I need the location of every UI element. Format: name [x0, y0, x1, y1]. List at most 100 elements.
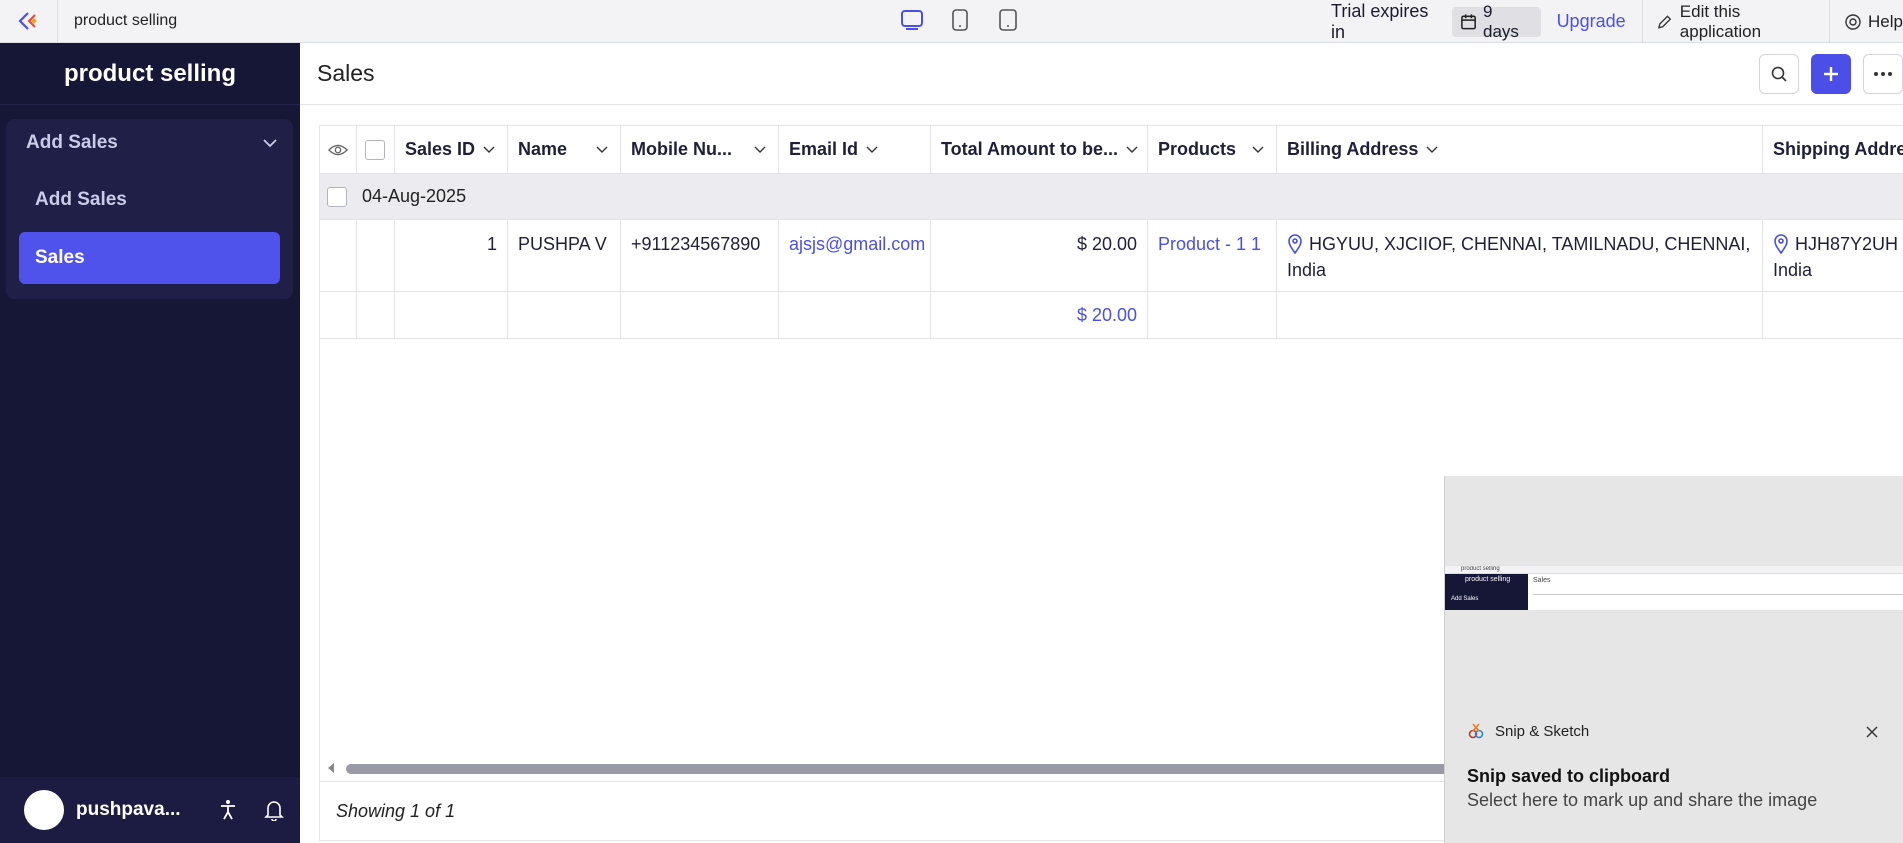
edit-application-button[interactable]: Edit this application	[1657, 2, 1820, 42]
thumbnail-page-title: Sales	[1533, 577, 1551, 584]
row-spacer	[621, 292, 779, 338]
column-header[interactable]: Products	[1148, 126, 1277, 173]
thumbnail-sidebar: product selling Add Sales	[1445, 574, 1528, 610]
thumbnail-table-line	[1533, 594, 1903, 595]
scroll-left-icon[interactable]	[326, 761, 336, 775]
row-spacer	[1763, 292, 1903, 338]
location-pin-icon	[1774, 234, 1788, 254]
help-button[interactable]: Help	[1844, 12, 1903, 32]
desktop-view-icon[interactable]	[900, 7, 924, 33]
calendar-icon	[1461, 13, 1476, 29]
chevron-down-icon	[483, 146, 495, 153]
back-logo-icon[interactable]	[0, 0, 58, 43]
header-actions	[1759, 54, 1903, 94]
search-button[interactable]	[1759, 54, 1799, 94]
column-header[interactable]: Shipping Address	[1763, 126, 1903, 173]
location-pin-icon	[1288, 234, 1302, 254]
avatar[interactable]	[24, 790, 64, 830]
trial-days-badge: 9 days	[1451, 2, 1541, 41]
mobile-view-icon[interactable]	[996, 7, 1020, 33]
sidebar-group-toggle[interactable]: Add Sales	[6, 119, 293, 167]
snip-sketch-icon	[1468, 723, 1484, 739]
sidebar-item-add-sales[interactable]: Add Sales	[19, 174, 280, 226]
product-link[interactable]: Product - 1 1	[1158, 231, 1261, 257]
column-label: Products	[1158, 139, 1237, 159]
more-options-button[interactable]	[1863, 54, 1903, 94]
row-spacer	[395, 292, 508, 338]
chevron-down-icon	[1426, 146, 1438, 153]
group-date-label: 04-Aug-2025	[362, 186, 467, 206]
screenshot-thumbnail[interactable]: product selling product selling Add Sale…	[1445, 566, 1903, 610]
pencil-icon	[1657, 14, 1671, 29]
toast-body: Select here to mark up and share the ima…	[1467, 790, 1818, 810]
chevron-down-icon	[866, 146, 878, 153]
page-title: Sales	[317, 60, 375, 86]
help-icon	[1845, 13, 1861, 30]
row-spacer	[1277, 292, 1763, 338]
close-icon[interactable]	[1863, 723, 1881, 741]
row-spacer	[508, 292, 621, 338]
column-label: Email Id	[789, 139, 859, 159]
sidebar-item-sales[interactable]: Sales	[19, 232, 280, 284]
products-cell: Product - 1 1	[1148, 220, 1277, 291]
total-cell: $ 20.00	[931, 220, 1148, 291]
chevron-down-icon	[596, 146, 608, 153]
column-label: Sales ID	[405, 139, 476, 159]
select-all-cell	[357, 126, 395, 173]
grand-total-cell: $ 20.00	[931, 292, 1148, 338]
sidebar: product selling Add Sales Add Sales Sale…	[0, 43, 300, 843]
mobile-cell: +911234567890	[621, 220, 779, 291]
divider	[1829, 0, 1831, 43]
column-header[interactable]: Sales ID	[395, 126, 508, 173]
column-header[interactable]: Name	[508, 126, 621, 173]
row-spacer	[779, 292, 931, 338]
thumbnail-topbar: product selling	[1445, 566, 1903, 574]
snip-notification[interactable]: product selling product selling Add Sale…	[1444, 476, 1903, 843]
column-header[interactable]: Billing Address	[1277, 126, 1763, 173]
user-name[interactable]: pushpava...	[76, 799, 186, 821]
email-link[interactable]: ajsjs@gmail.com	[789, 231, 925, 257]
edit-application-label: Edit this application	[1679, 1, 1762, 41]
select-all-checkbox[interactable]	[365, 139, 385, 160]
device-switcher	[900, 7, 1020, 33]
row-spacer	[357, 292, 395, 338]
billing-address-country: India	[1287, 260, 1327, 280]
toast-title: Snip saved to clipboard	[1467, 766, 1671, 786]
upgrade-link[interactable]: Upgrade	[1557, 11, 1626, 32]
column-label: Billing Address	[1287, 139, 1419, 159]
app-name: product selling	[74, 12, 178, 29]
column-header[interactable]: Mobile Nu...	[621, 126, 779, 173]
top-bar: product selling Trial expires in 9 days …	[0, 0, 1903, 43]
sidebar-app-title: product selling	[0, 43, 300, 105]
column-header[interactable]: Total Amount to be...	[931, 126, 1148, 173]
row-spacer	[1148, 292, 1277, 338]
column-visibility-button[interactable]	[320, 126, 357, 173]
name-cell: PUSHPA V	[508, 220, 621, 291]
table-row[interactable]: 1 PUSHPA V +911234567890 ajsjs@gmail.com…	[320, 220, 1903, 292]
accessibility-icon[interactable]	[218, 799, 238, 821]
chevron-down-icon	[754, 146, 766, 153]
tablet-view-icon[interactable]	[948, 7, 972, 33]
column-label: Shipping Address	[1773, 139, 1903, 159]
shipping-address-country: India	[1773, 260, 1813, 280]
toast-app-name: Snip & Sketch	[1495, 722, 1590, 740]
group-row: 04-Aug-2025	[320, 173, 1903, 220]
shipping-address-cell: HJH87Y2UH India	[1763, 220, 1903, 291]
toast-app-row: Snip & Sketch	[1467, 722, 1589, 740]
column-label: Name	[518, 139, 568, 159]
trial-area: Trial expires in 9 days Upgrade Edit thi…	[1331, 0, 1903, 43]
bell-icon[interactable]	[264, 799, 284, 821]
sidebar-group-label: Add Sales	[26, 132, 118, 153]
divider	[1641, 0, 1643, 43]
sidebar-group: Add Sales Add Sales Sales	[6, 119, 293, 299]
search-icon	[1771, 66, 1787, 82]
plus-icon	[1824, 67, 1838, 81]
totals-row: $ 20.00	[320, 292, 1903, 339]
chevron-down-icon	[263, 139, 277, 148]
sidebar-item-label: Add Sales	[35, 189, 127, 210]
eye-icon	[328, 144, 348, 155]
shipping-address-line: HJH87Y2UH	[1795, 234, 1899, 254]
column-header[interactable]: Email Id	[779, 126, 931, 173]
add-button[interactable]	[1811, 54, 1851, 94]
group-checkbox[interactable]	[327, 186, 347, 207]
